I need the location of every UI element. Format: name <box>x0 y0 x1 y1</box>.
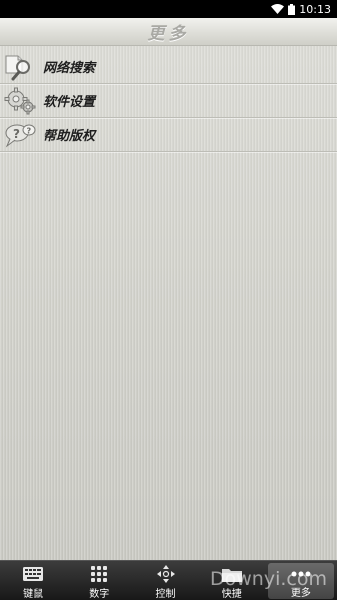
menu-item-help-copyright[interactable]: ? ? 帮助版权 <box>0 118 337 152</box>
status-bar: 10:13 <box>0 0 337 18</box>
nav-label: 控制 <box>155 589 176 600</box>
svg-text:?: ? <box>27 126 32 135</box>
search-icon <box>2 51 38 83</box>
nav-tab-control[interactable]: 控制 <box>132 561 198 600</box>
menu-item-label: 网络搜索 <box>43 61 96 76</box>
help-bubble-icon: ? ? <box>2 119 38 151</box>
menu-item-label: 帮助版权 <box>43 129 96 144</box>
menu-item-label: 软件设置 <box>43 95 96 110</box>
title-bar: 更多 <box>0 18 337 46</box>
nav-tab-keyboard-mouse[interactable]: 键鼠 <box>0 561 66 600</box>
nav-label: 键鼠 <box>23 589 44 600</box>
dpad-icon <box>156 565 176 583</box>
wifi-icon <box>271 4 285 14</box>
menu-item-software-settings[interactable]: 软件设置 <box>0 84 337 118</box>
svg-text:?: ? <box>13 127 20 141</box>
battery-icon <box>288 3 296 15</box>
status-time: 10:13 <box>299 2 331 16</box>
nav-label: 数字 <box>89 589 110 600</box>
watermark-text: Downyi.com <box>210 568 327 590</box>
nav-tab-numbers[interactable]: 数字 <box>66 561 132 600</box>
menu-list: 网络搜索 软件设置 ? ? 帮助版权 <box>0 50 337 152</box>
menu-item-network-search[interactable]: 网络搜索 <box>0 50 337 84</box>
numpad-icon <box>89 565 109 583</box>
gears-icon <box>2 85 38 117</box>
keyboard-icon <box>23 565 44 583</box>
page-title: 更多 <box>147 24 190 44</box>
